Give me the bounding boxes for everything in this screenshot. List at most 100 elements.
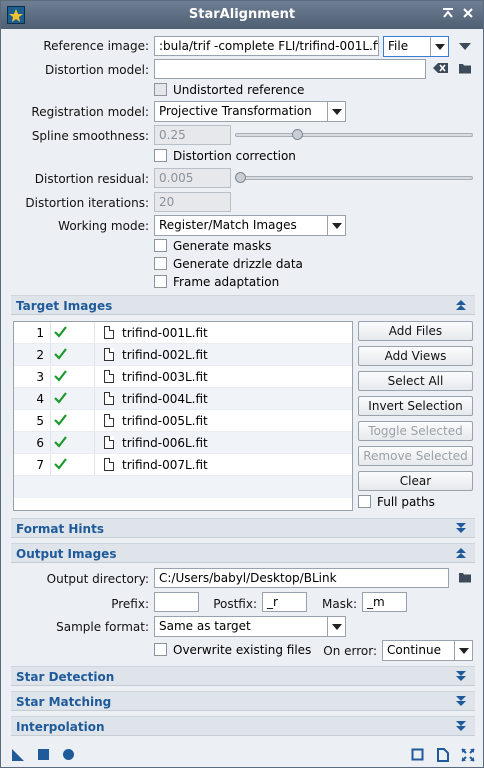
chevron-down-icon — [327, 102, 345, 121]
spline-smoothness-slider[interactable] — [235, 133, 473, 137]
on-error-select[interactable]: Continue — [382, 640, 473, 661]
undistorted-reference-checkbox[interactable]: Undistorted reference — [154, 83, 304, 99]
spline-smoothness-slider-knob[interactable] — [291, 129, 303, 140]
reference-image-input[interactable]: :bula/trif -complete FLI/trifind-001L.fi… — [154, 36, 379, 56]
file-icon — [104, 348, 114, 361]
registration-model-select[interactable]: Projective Transformation — [154, 101, 346, 122]
registration-model-value: Projective Transformation — [159, 104, 312, 118]
chevron-down-icon — [430, 37, 448, 56]
overwrite-existing-checkbox[interactable]: Overwrite existing files — [154, 643, 311, 659]
generate-masks-checkbox[interactable]: Generate masks — [154, 239, 271, 255]
star-matching-section-header[interactable]: Star Matching — [11, 691, 475, 711]
file-list-row[interactable]: 2 trifind-002L.fit — [14, 344, 352, 366]
checkbox-box — [154, 275, 167, 288]
target-images-section-header[interactable]: Target Images — [11, 295, 475, 315]
file-name: trifind-004L.fit — [122, 392, 208, 406]
file-list-row[interactable]: 1 trifind-001L.fit — [14, 322, 352, 344]
title-bar[interactable]: StarAlignment — [1, 1, 483, 29]
file-list-row[interactable]: 6 trifind-006L.fit — [14, 432, 352, 454]
distortion-residual-slider-knob[interactable] — [235, 172, 246, 183]
sample-format-select[interactable]: Same as target — [154, 616, 346, 637]
reference-source-select[interactable]: File — [383, 36, 449, 57]
folder-icon[interactable] — [458, 571, 472, 585]
collapse-icon[interactable] — [456, 548, 467, 559]
spline-smoothness-input[interactable]: 0.25 — [154, 125, 231, 145]
postfix-label: Postfix: — [213, 597, 257, 611]
column-divider — [94, 322, 95, 343]
star-detection-section-header[interactable]: Star Detection — [11, 666, 475, 686]
browse-documentation-icon[interactable] — [411, 748, 425, 762]
working-mode-value: Register/Match Images — [159, 218, 297, 232]
file-index: 2 — [36, 348, 44, 362]
file-list-row[interactable]: 3 trifind-003L.fit — [14, 366, 352, 388]
output-images-section-header[interactable]: Output Images — [11, 543, 475, 563]
file-list-row[interactable]: 4 trifind-004L.fit — [14, 388, 352, 410]
file-list-row[interactable]: 5 trifind-005L.fit — [14, 410, 352, 432]
format-hints-section-header[interactable]: Format Hints — [11, 518, 475, 538]
full-paths-checkbox[interactable]: Full paths — [358, 495, 435, 511]
toggle-selected-button[interactable]: Toggle Selected — [358, 421, 473, 441]
distortion-iterations-input[interactable]: 20 — [154, 192, 231, 212]
mask-input[interactable]: _m — [362, 592, 407, 612]
document-icon[interactable] — [436, 748, 450, 762]
add-views-button[interactable]: Add Views — [358, 346, 473, 366]
checkmark-icon[interactable] — [54, 370, 68, 384]
target-images-title: Target Images — [16, 299, 113, 313]
output-directory-input[interactable]: C:/Users/babyl/Desktop/BLink — [154, 568, 449, 588]
expand-icon[interactable] — [456, 523, 467, 534]
output-directory-label: Output directory: — [46, 572, 149, 586]
distortion-residual-slider[interactable] — [235, 176, 473, 180]
star-detection-title: Star Detection — [16, 670, 115, 684]
checkmark-icon[interactable] — [54, 414, 68, 428]
apply-global-icon[interactable] — [37, 748, 51, 762]
checkmark-icon[interactable] — [54, 436, 68, 450]
distortion-residual-input[interactable]: 0.005 — [154, 168, 231, 188]
folder-icon[interactable] — [458, 62, 472, 76]
generate-masks-label: Generate masks — [173, 239, 272, 253]
reference-menu-icon[interactable] — [458, 41, 472, 55]
distortion-iterations-label: Distortion iterations: — [25, 196, 149, 210]
select-all-button[interactable]: Select All — [358, 371, 473, 391]
checkmark-icon[interactable] — [54, 348, 68, 362]
file-list-row[interactable]: 7 trifind-007L.fit — [14, 454, 352, 476]
clear-icon[interactable] — [433, 62, 448, 76]
generate-drizzle-checkbox[interactable]: Generate drizzle data — [154, 257, 303, 273]
working-mode-select[interactable]: Register/Match Images — [154, 215, 346, 236]
file-name: trifind-001L.fit — [122, 326, 208, 340]
invert-selection-button[interactable]: Invert Selection — [358, 396, 473, 416]
chevron-down-icon — [327, 216, 345, 235]
reset-icon[interactable] — [461, 748, 475, 762]
collapse-icon[interactable] — [456, 300, 467, 311]
shade-icon[interactable] — [441, 7, 455, 21]
new-instance-icon[interactable] — [11, 748, 25, 762]
apply-icon[interactable] — [62, 748, 76, 762]
prefix-label: Prefix: — [111, 597, 149, 611]
reference-source-value: File — [388, 39, 409, 53]
add-files-button[interactable]: Add Files — [358, 321, 473, 341]
checkmark-icon[interactable] — [54, 326, 68, 340]
distortion-model-input[interactable] — [154, 59, 426, 79]
file-name: trifind-003L.fit — [122, 370, 208, 384]
postfix-input[interactable]: _r — [262, 592, 307, 612]
column-divider — [50, 388, 51, 409]
chevron-down-icon — [454, 641, 472, 660]
undistorted-reference-label: Undistorted reference — [173, 83, 305, 97]
frame-adaptation-checkbox[interactable]: Frame adaptation — [154, 275, 279, 291]
checkmark-icon[interactable] — [54, 392, 68, 406]
full-paths-label: Full paths — [377, 495, 435, 509]
distortion-correction-checkbox[interactable]: Distortion correction — [154, 149, 296, 165]
distortion-correction-label: Distortion correction — [173, 149, 296, 163]
interpolation-section-header[interactable]: Interpolation — [11, 716, 475, 736]
checkmark-icon[interactable] — [54, 458, 68, 472]
column-divider — [50, 410, 51, 431]
expand-icon[interactable] — [456, 696, 467, 707]
expand-icon[interactable] — [456, 671, 467, 682]
column-divider — [50, 366, 51, 387]
close-icon[interactable] — [461, 7, 475, 21]
target-images-list[interactable]: 1 trifind-001L.fit 2 trifind-002L.fit 3 trifi… — [13, 321, 353, 511]
prefix-input[interactable] — [154, 592, 199, 612]
remove-selected-button[interactable]: Remove Selected — [358, 446, 473, 466]
clear-button[interactable]: Clear — [358, 471, 473, 491]
mask-label: Mask: — [322, 597, 357, 611]
expand-icon[interactable] — [456, 721, 467, 732]
